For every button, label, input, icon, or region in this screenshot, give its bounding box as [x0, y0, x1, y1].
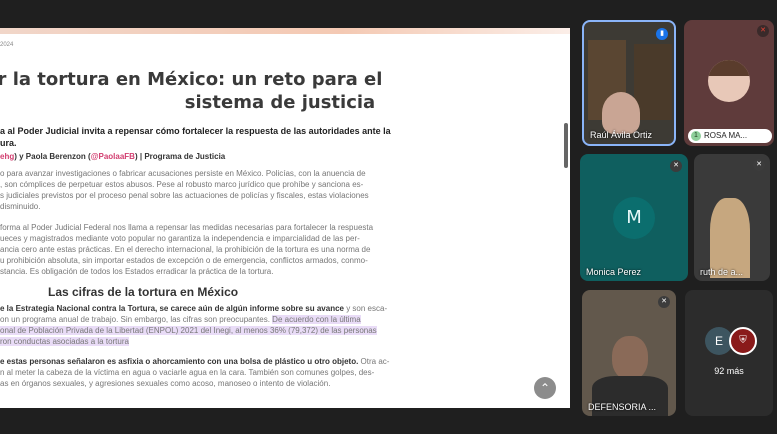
- document-banner: [0, 28, 570, 34]
- scroll-to-top-button[interactable]: ⌃: [534, 377, 556, 399]
- participant-name: ROSA MA...: [704, 131, 748, 140]
- shared-document[interactable]: 2024 r la tortura en México: un reto par…: [0, 28, 570, 408]
- paragraph-4-bold: e estas personas señalaron es asfixia o …: [0, 357, 359, 366]
- participant-figure: [710, 198, 750, 278]
- paragraph-3-tail: y son esca-: [343, 304, 388, 313]
- title-line-2: sistema de justicia: [184, 92, 376, 113]
- paragraph-3: e la Estrategia Nacional contra la Tortu…: [0, 303, 396, 347]
- document-scrollbar[interactable]: [564, 123, 568, 168]
- avatar: M: [613, 197, 655, 239]
- section-heading: Las cifras de la tortura en México: [48, 285, 239, 299]
- document-subtitle: a al Poder Judicial invita a repensar có…: [0, 126, 391, 148]
- participant-badge: 1: [691, 131, 701, 141]
- title-line-1: r la tortura en México: un reto para el: [0, 69, 383, 90]
- paragraph-3-line2: on un programa anual de trabajo. Sin emb…: [0, 315, 273, 324]
- highlight-2: onal de Población Privada de la Libertad…: [0, 326, 377, 335]
- mic-off-icon: ✕: [753, 159, 765, 171]
- highlight-3: ron conductas asociadas a la tortura: [0, 337, 129, 346]
- authors-middle: ) y Paola Berenzon (: [14, 152, 91, 161]
- paragraph-4-rest: n al meter la cabeza de la víctima en ag…: [0, 368, 375, 388]
- participant-name: Monica Perez: [586, 267, 642, 277]
- participant-tile-rosa[interactable]: ✕ 1 ROSA MA...: [684, 20, 774, 146]
- highlight-1: De acuerdo con la última: [272, 315, 361, 324]
- more-participants-tile[interactable]: E ⛨ 92 más: [685, 290, 773, 416]
- document-title: r la tortura en México: un reto para el s…: [0, 68, 560, 114]
- name-pill: 1 ROSA MA...: [688, 129, 772, 143]
- participant-name: Raúl Ávila Ortiz: [590, 130, 653, 140]
- more-participants-count: 92 más: [714, 366, 744, 376]
- document-date: 2024: [0, 42, 14, 48]
- mic-off-icon: ✕: [757, 25, 769, 37]
- paragraph-1: o para avanzar investigaciones o fabrica…: [0, 169, 369, 211]
- participant-tile-defensoria[interactable]: ✕ DEFENSORIA ...: [582, 290, 676, 416]
- participant-head: [602, 92, 640, 134]
- shield-logo-icon: ⛨: [729, 327, 757, 355]
- paragraph-2: forma al Poder Judicial Federal nos llam…: [0, 223, 374, 276]
- paragraph-4: e estas personas señalaron es asfixia o …: [0, 356, 396, 389]
- mic-off-icon: ✕: [670, 160, 682, 172]
- participant-name: ruth de a...: [700, 267, 744, 277]
- participant-name: DEFENSORIA ...: [588, 402, 657, 412]
- paragraph-4-tail: Otra ac-: [358, 357, 390, 366]
- author-handle-2[interactable]: @PaolaaFB: [91, 152, 135, 161]
- mic-off-icon: ✕: [658, 296, 670, 308]
- avatar: [708, 60, 750, 102]
- speaking-indicator-icon: ▮: [656, 28, 668, 40]
- participant-tile-ruth[interactable]: ✕ ruth de a...: [694, 154, 770, 281]
- participant-tile-monica[interactable]: M ✕ Monica Perez: [580, 154, 688, 281]
- document-authors: ehg) y Paola Berenzon (@PaolaaFB) | Prog…: [0, 152, 225, 161]
- author-handle-1[interactable]: ehg: [0, 152, 14, 161]
- paragraph-3-bold: e la Estrategia Nacional contra la Tortu…: [0, 304, 344, 313]
- authors-end: ) | Programa de Justicia: [134, 152, 226, 161]
- participant-tile-raul[interactable]: ▮ Raúl Ávila Ortiz: [582, 20, 676, 146]
- participant-head: [612, 336, 648, 380]
